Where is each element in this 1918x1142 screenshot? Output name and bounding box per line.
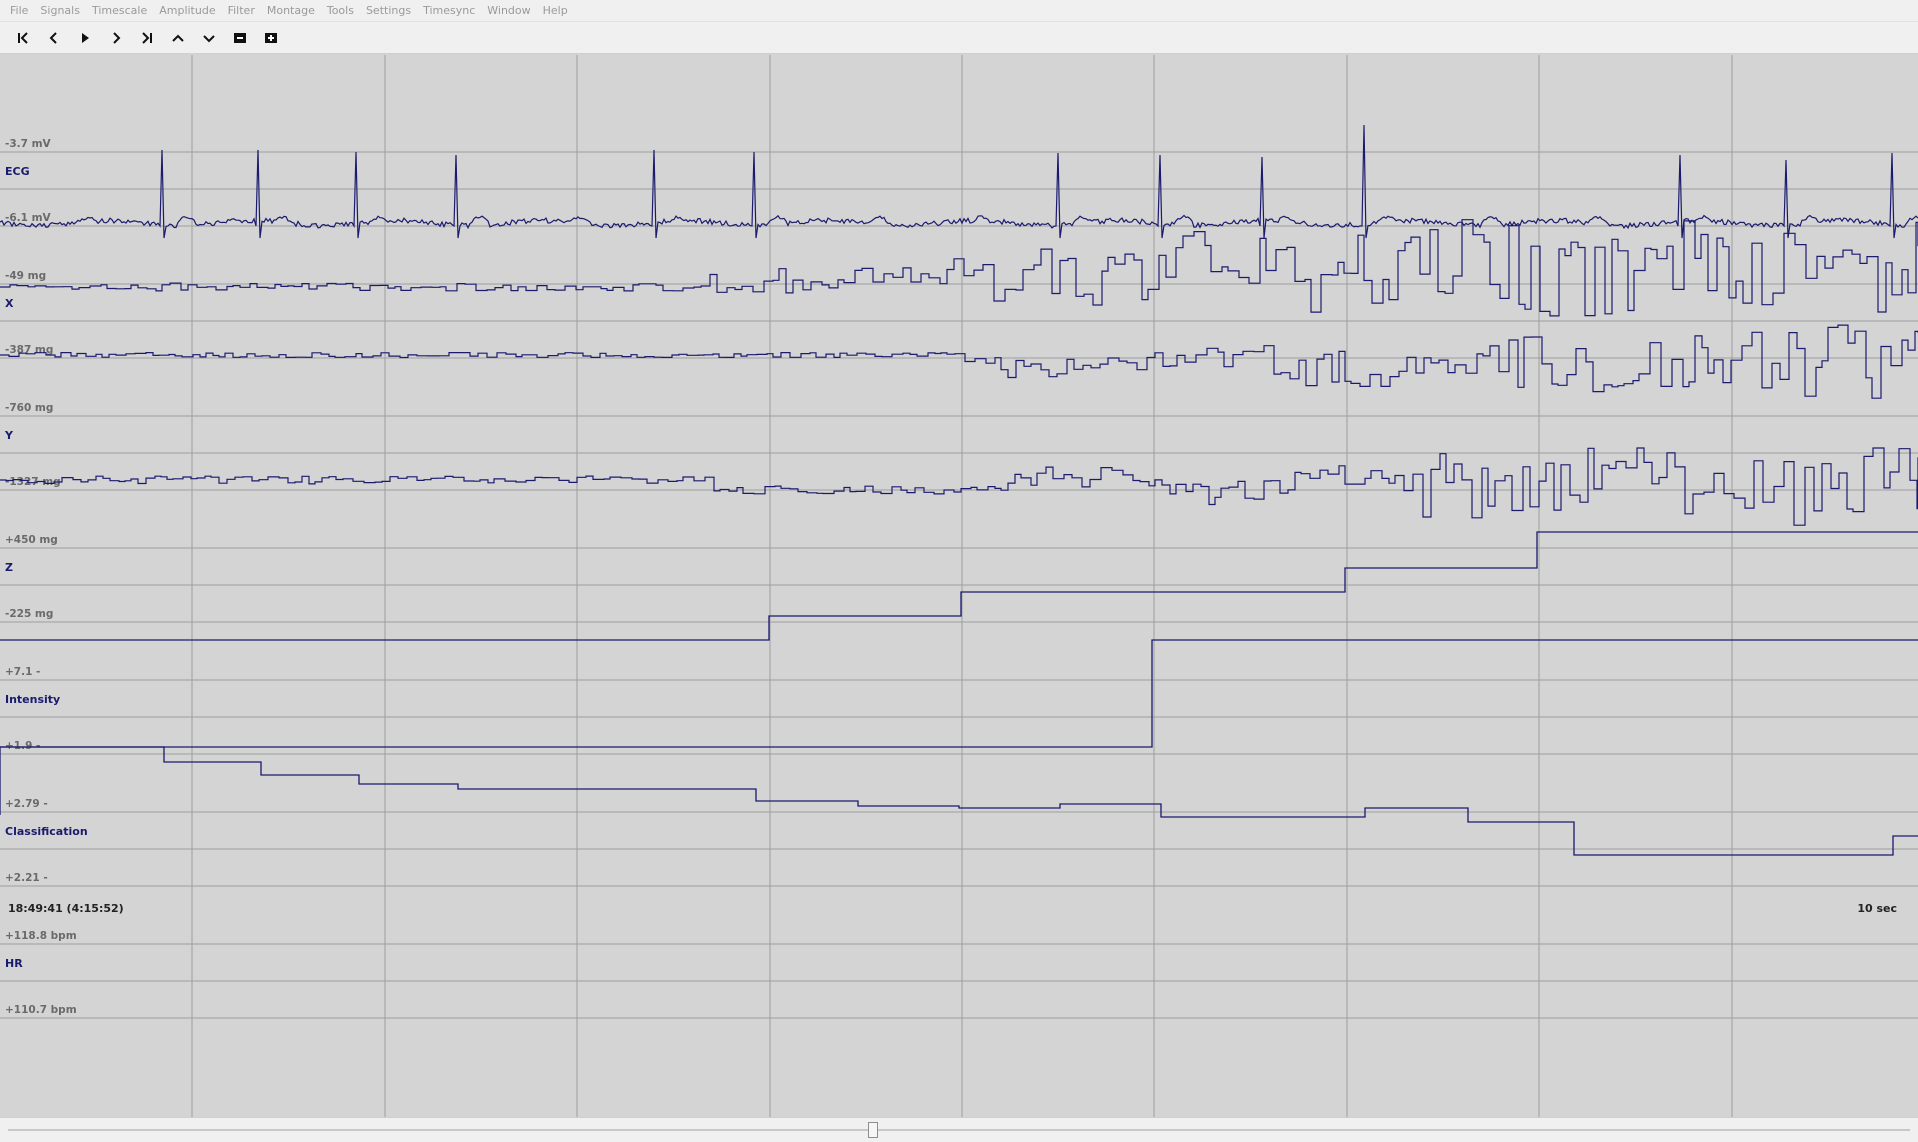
chevron-right-icon xyxy=(113,31,121,44)
shift-up-button[interactable] xyxy=(167,27,189,49)
x-accel-trace xyxy=(0,219,1918,317)
timestamp-label: 18:49:41 (4:15:52) xyxy=(8,902,124,915)
menu-settings[interactable]: Settings xyxy=(360,4,417,17)
plus-box-icon xyxy=(265,32,277,43)
channel-bottom-label: +1.9 - xyxy=(5,740,40,752)
channel-name-label: Classification xyxy=(5,825,88,838)
chevron-down-icon xyxy=(203,34,215,42)
prev-page-button[interactable] xyxy=(43,27,65,49)
signal-plot-area[interactable]: -3.7 mV ECG -6.1 mV -49 mg X -387 mg -760 mg Y -… xyxy=(0,55,1918,1117)
timescale-label: 10 sec xyxy=(1857,902,1897,915)
menu-filter[interactable]: Filter xyxy=(222,4,261,17)
zoom-out-button[interactable] xyxy=(229,27,251,49)
menu-tools[interactable]: Tools xyxy=(321,4,360,17)
toolbar xyxy=(0,22,1918,54)
last-page-button[interactable] xyxy=(136,27,158,49)
z-accel-trace xyxy=(0,447,1918,526)
menu-montage[interactable]: Montage xyxy=(261,4,321,17)
channel-top-label: +7.1 - xyxy=(5,666,40,678)
menu-window[interactable]: Window xyxy=(481,4,536,17)
ecg-trace xyxy=(0,124,1918,239)
channel-bottom-label: +2.21 - xyxy=(5,872,48,884)
channel-top-label: +450 mg xyxy=(5,534,58,546)
channel-top-label: -49 mg xyxy=(5,270,46,282)
play-icon xyxy=(82,32,89,43)
channel-bottom-label: -6.1 mV xyxy=(5,212,52,224)
classification-trace xyxy=(0,639,1918,748)
first-page-button[interactable] xyxy=(12,27,34,49)
skip-to-start-icon xyxy=(18,31,28,44)
time-scrollbar[interactable] xyxy=(0,1117,1918,1142)
channel-name-label: ECG xyxy=(5,165,30,178)
menu-bar: File Signals Timescale Amplitude Filter Monta… xyxy=(0,0,1918,22)
minus-box-icon xyxy=(234,32,246,43)
scroll-thumb[interactable] xyxy=(868,1122,878,1138)
signal-canvas[interactable]: -3.7 mVECG-6.1 mV-49 mgX-387 mg-760 mgY-… xyxy=(0,55,1918,1117)
chevron-left-icon xyxy=(49,31,57,44)
menu-timesync[interactable]: Timesync xyxy=(417,4,481,17)
channel-name-label: Y xyxy=(4,429,14,442)
channel-labels: -3.7 mVECG-6.1 mV-49 mgX-387 mg-760 mgY-… xyxy=(4,138,88,1016)
zoom-in-button[interactable] xyxy=(260,27,282,49)
menu-signals[interactable]: Signals xyxy=(34,4,86,17)
menu-help[interactable]: Help xyxy=(537,4,574,17)
channel-top-label: +118.8 bpm xyxy=(5,930,77,942)
channel-name-label: X xyxy=(5,297,14,310)
next-page-button[interactable] xyxy=(105,27,127,49)
grid xyxy=(0,55,1918,1117)
hr-trace xyxy=(0,746,1918,856)
channel-name-label: Z xyxy=(5,561,13,574)
menu-file[interactable]: File xyxy=(4,4,34,17)
skip-to-end-icon xyxy=(142,31,152,44)
channel-top-label: -3.7 mV xyxy=(5,138,52,150)
channel-top-label: +2.79 - xyxy=(5,798,48,810)
y-accel-trace xyxy=(0,324,1918,399)
scroll-track[interactable] xyxy=(8,1129,1910,1131)
chevron-up-icon xyxy=(172,34,184,42)
menu-amplitude[interactable]: Amplitude xyxy=(153,4,221,17)
channel-top-label: -760 mg xyxy=(5,402,53,414)
menu-timescale[interactable]: Timescale xyxy=(86,4,153,17)
channel-name-label: HR xyxy=(5,957,23,970)
shift-down-button[interactable] xyxy=(198,27,220,49)
channel-name-label: Intensity xyxy=(5,693,60,706)
channel-bottom-label: +110.7 bpm xyxy=(5,1004,77,1016)
play-button[interactable] xyxy=(74,27,96,49)
channel-bottom-label: -225 mg xyxy=(5,608,53,620)
channel-bottom-label: -1327 mg xyxy=(5,476,61,488)
